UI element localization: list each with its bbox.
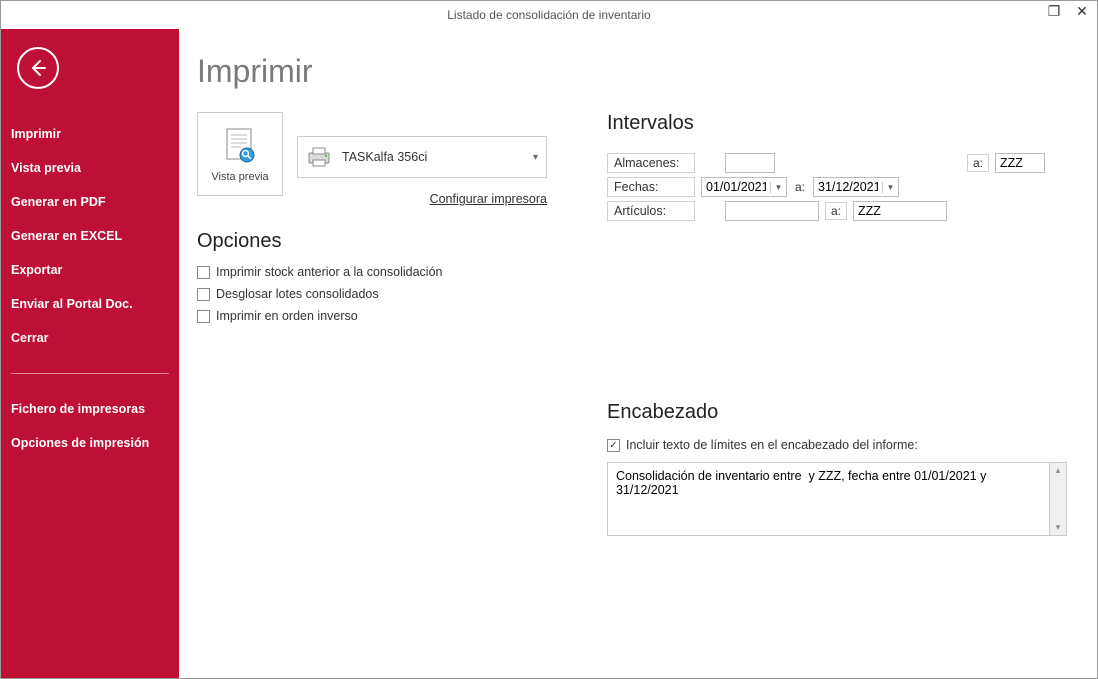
fechas-from-input[interactable] <box>702 179 770 195</box>
sidebar-item-imprimir[interactable]: Imprimir <box>1 117 179 151</box>
checkbox-stock-anterior[interactable] <box>197 266 210 279</box>
back-button[interactable] <box>17 47 59 89</box>
main-content: Imprimir <box>179 29 1097 678</box>
scrollbar[interactable]: ▴ ▾ <box>1050 462 1067 536</box>
label-orden-inverso: Imprimir en orden inverso <box>216 309 358 323</box>
articulos-label: Artículos: <box>607 201 695 221</box>
encabezado-textarea[interactable] <box>607 462 1050 536</box>
sidebar-item-vista-previa[interactable]: Vista previa <box>1 151 179 185</box>
arrow-left-icon <box>28 58 48 78</box>
label-desglosar-lotes: Desglosar lotes consolidados <box>216 287 379 301</box>
chevron-down-icon[interactable]: ▾ <box>882 182 898 193</box>
maximize-icon[interactable]: ❐ <box>1045 3 1063 20</box>
sidebar-item-generar-pdf[interactable]: Generar en PDF <box>1 185 179 219</box>
sidebar: Imprimir Vista previa Generar en PDF Gen… <box>1 29 179 678</box>
opciones-heading: Opciones <box>197 230 547 253</box>
articulos-from-input[interactable] <box>725 201 819 221</box>
sep-a-3: a: <box>825 202 847 220</box>
close-icon[interactable]: ✕ <box>1073 3 1091 20</box>
checkbox-orden-inverso[interactable] <box>197 310 210 323</box>
label-stock-anterior: Imprimir stock anterior a la consolidaci… <box>216 265 442 279</box>
sidebar-item-generar-excel[interactable]: Generar en EXCEL <box>1 219 179 253</box>
vista-previa-button[interactable]: Vista previa <box>197 112 283 196</box>
printer-dropdown[interactable]: TASKalfa 356ci ▾ <box>297 136 547 178</box>
almacenes-from-input[interactable] <box>725 153 775 173</box>
sep-a-1: a: <box>967 154 989 172</box>
articulos-to-input[interactable] <box>853 201 947 221</box>
document-preview-icon <box>219 125 261 167</box>
fechas-label: Fechas: <box>607 177 695 197</box>
sep-a-2: a: <box>793 180 807 194</box>
printer-name: TASKalfa 356ci <box>342 150 523 164</box>
fechas-from-date[interactable]: ▾ <box>701 177 787 197</box>
almacenes-label: Almacenes: <box>607 153 695 173</box>
sidebar-item-opciones-impresion[interactable]: Opciones de impresión <box>1 426 179 460</box>
fechas-to-date[interactable]: ▾ <box>813 177 899 197</box>
almacenes-to-input[interactable] <box>995 153 1045 173</box>
label-incluir-texto: Incluir texto de límites en el encabezad… <box>626 438 918 452</box>
window-title: Listado de consolidación de inventario <box>447 8 650 22</box>
fechas-to-input[interactable] <box>814 179 882 195</box>
chevron-down-icon: ▾ <box>533 152 538 163</box>
vista-previa-label: Vista previa <box>211 171 268 183</box>
sidebar-item-cerrar[interactable]: Cerrar <box>1 321 179 355</box>
scroll-up-icon[interactable]: ▴ <box>1056 463 1061 478</box>
encabezado-heading: Encabezado <box>607 401 1067 424</box>
sidebar-item-enviar-portal[interactable]: Enviar al Portal Doc. <box>1 287 179 321</box>
titlebar: Listado de consolidación de inventario ❐… <box>1 1 1097 29</box>
page-title: Imprimir <box>197 53 1067 90</box>
configurar-impresora-link[interactable]: Configurar impresora <box>297 192 547 206</box>
printer-icon <box>306 146 332 168</box>
sidebar-item-fichero-impresoras[interactable]: Fichero de impresoras <box>1 392 179 426</box>
chevron-down-icon[interactable]: ▾ <box>770 182 786 193</box>
sidebar-item-exportar[interactable]: Exportar <box>1 253 179 287</box>
sidebar-divider <box>11 373 169 374</box>
scroll-down-icon[interactable]: ▾ <box>1056 520 1061 535</box>
intervalos-heading: Intervalos <box>607 112 1067 135</box>
checkbox-desglosar-lotes[interactable] <box>197 288 210 301</box>
checkbox-incluir-texto[interactable]: ✓ <box>607 439 620 452</box>
